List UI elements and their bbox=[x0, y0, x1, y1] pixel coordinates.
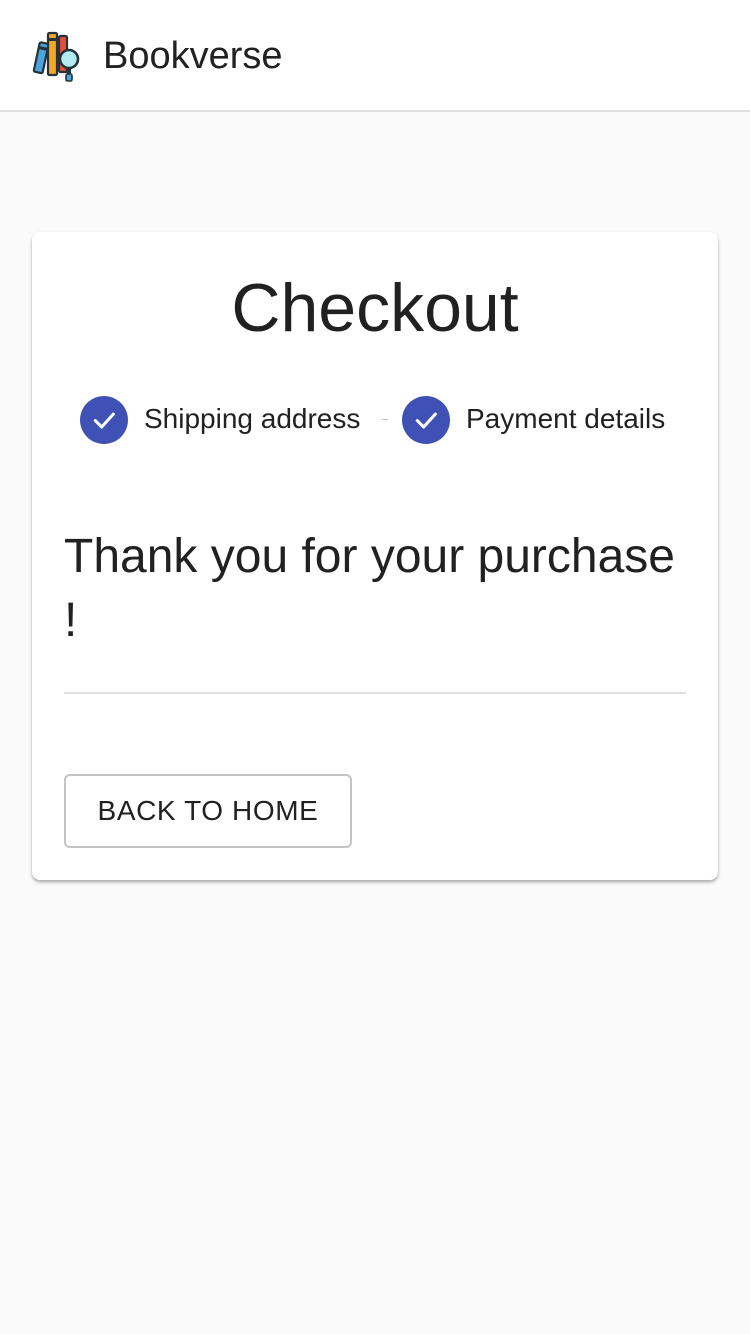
books-magnifier-icon[interactable] bbox=[32, 31, 84, 83]
app-bar: Bookverse bbox=[0, 0, 750, 112]
step-label-payment-details: Payment details bbox=[466, 403, 666, 434]
divider bbox=[64, 692, 686, 694]
step-connector bbox=[382, 419, 388, 420]
app-title[interactable]: Bookverse bbox=[103, 33, 283, 79]
check-icon bbox=[80, 396, 128, 444]
check-icon bbox=[402, 396, 450, 444]
checkout-card: Checkout Shipping address Payment detail… bbox=[32, 232, 718, 880]
back-to-home-button[interactable]: BACK TO HOME bbox=[64, 774, 352, 848]
step-label-shipping-address: Shipping address bbox=[144, 403, 361, 434]
page-title: Checkout bbox=[231, 270, 519, 346]
thank-you-message: Thank you for your purchase ! bbox=[64, 530, 675, 647]
